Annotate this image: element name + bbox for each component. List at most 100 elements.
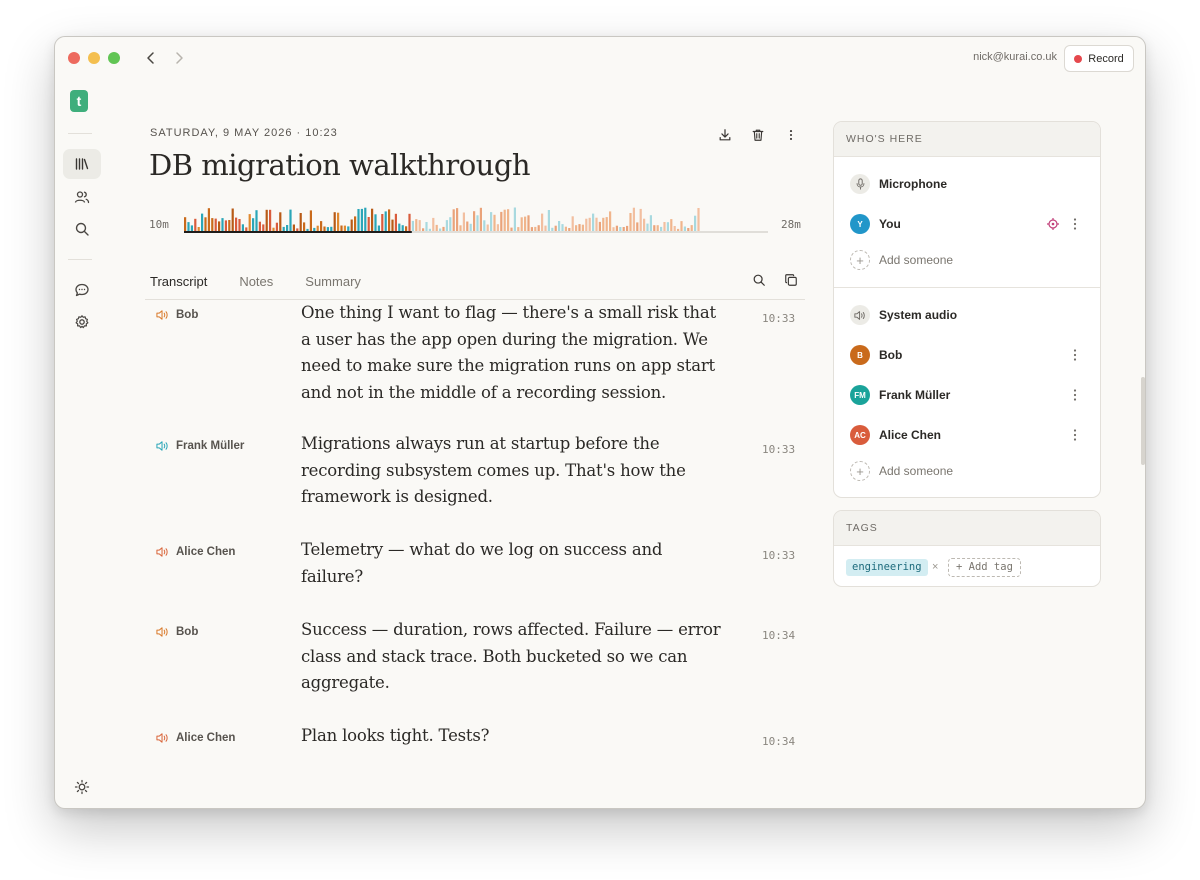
transcript-search-button[interactable] (749, 270, 769, 290)
waveform-bar (571, 216, 574, 231)
more-vertical-icon[interactable] (1068, 427, 1082, 443)
waveform-bar (187, 222, 190, 231)
waveform-bar (439, 228, 442, 231)
audio-waveform[interactable] (184, 203, 768, 235)
page-title[interactable]: DB migration walkthrough (149, 148, 531, 182)
waveform-bar (204, 217, 207, 231)
tab-transcript[interactable]: Transcript (150, 274, 207, 289)
waveform-bar (636, 222, 639, 231)
waveform-bar (680, 221, 683, 231)
waveform-bar (262, 224, 265, 231)
waveform-bar (401, 225, 404, 231)
waveform-bar (510, 227, 513, 231)
utterance-text: One thing I want to flag — there's a sma… (301, 303, 716, 402)
forward-button[interactable] (169, 48, 189, 68)
add-someone-label: Add someone (879, 253, 954, 267)
waveform-bar (337, 212, 340, 231)
waveform-bar (626, 225, 629, 231)
waveform-bar (683, 226, 686, 231)
sidebar-item-library[interactable] (63, 149, 101, 179)
account-email[interactable]: nick@kurai.co.uk (973, 51, 1057, 63)
waveform-bar (660, 226, 663, 231)
tag-chip[interactable]: engineering (846, 559, 928, 576)
remove-tag-icon[interactable]: × (932, 561, 938, 573)
more-vertical-icon[interactable] (1068, 387, 1082, 403)
waveform-bar (248, 214, 251, 231)
waveform-bar (612, 227, 615, 231)
copy-transcript-button[interactable] (781, 270, 801, 290)
utterance-timestamp[interactable]: 10:33 (762, 443, 795, 456)
sidebar-item-people[interactable] (63, 182, 101, 212)
delete-button[interactable] (748, 125, 768, 145)
participant-row[interactable]: Y You (850, 213, 1084, 235)
waveform-bar (197, 227, 200, 231)
target-icon[interactable] (1046, 217, 1060, 231)
waveform-bar (632, 207, 635, 231)
speaker-name: Bob (176, 626, 199, 638)
sidebar-item-search[interactable] (63, 214, 101, 244)
speaker-icon (850, 305, 870, 325)
waveform-bar (547, 210, 550, 231)
waveform-bar (364, 207, 367, 231)
waveform-bar (405, 226, 408, 231)
download-button[interactable] (715, 125, 735, 145)
utterance-timestamp[interactable]: 10:33 (762, 549, 795, 562)
utterance-timestamp[interactable]: 10:34 (762, 629, 795, 642)
download-icon (719, 129, 731, 141)
chat-icon (75, 283, 89, 297)
more-vertical-icon[interactable] (1068, 216, 1082, 232)
plus-icon: + (850, 461, 870, 481)
waveform-bar (490, 212, 493, 231)
waveform-bar (605, 217, 608, 231)
waveform-bar (544, 225, 547, 231)
speaker-label: Alice Chen (156, 546, 235, 558)
waveform-bar (462, 212, 465, 231)
people-icon (74, 191, 90, 204)
avatar: FM (850, 385, 870, 405)
participant-row[interactable]: FM Frank Müller (850, 384, 1084, 406)
utterance-text: Success — duration, rows affected. Failu… (301, 620, 721, 692)
more-vertical-icon[interactable] (1068, 347, 1082, 363)
waveform-bar (687, 228, 690, 231)
add-someone-mic[interactable]: + Add someone (850, 249, 1084, 271)
waveform-bar (313, 227, 316, 231)
waveform-bar (354, 216, 357, 231)
add-someone-system[interactable]: + Add someone (850, 460, 1084, 482)
tab-notes[interactable]: Notes (239, 274, 273, 289)
waveform-bar (374, 214, 377, 231)
meeting-actions (715, 125, 801, 145)
waveform-bar (561, 224, 564, 231)
record-button[interactable]: Record (1064, 45, 1134, 72)
waveform-bar (411, 220, 414, 231)
close-window-button[interactable] (68, 52, 80, 64)
waveform-bar (534, 226, 537, 231)
waveform-bar (231, 208, 234, 231)
speaker-volume-icon (156, 733, 168, 743)
waveform-bar (384, 211, 387, 231)
waveform-bar (418, 220, 421, 231)
waveform-bar (286, 225, 289, 231)
more-options-button[interactable] (781, 125, 801, 145)
minimize-window-button[interactable] (88, 52, 100, 64)
utterance-timestamp[interactable]: 10:33 (762, 312, 795, 325)
app-logo[interactable]: t (70, 90, 88, 112)
speaker-volume-icon (156, 547, 168, 557)
waveform-bar (432, 217, 435, 231)
transcript-tools (749, 270, 801, 290)
waveform-bar (235, 217, 238, 231)
waveform-bar (469, 223, 472, 231)
utterance-timestamp[interactable]: 10:34 (762, 735, 795, 748)
participant-row[interactable]: B Bob (850, 344, 1084, 366)
scrollbar-thumb[interactable] (1141, 377, 1145, 465)
waveform-bar (391, 219, 394, 231)
back-button[interactable] (141, 48, 161, 68)
waveform-bar (309, 210, 312, 231)
waveform-bar (296, 228, 299, 231)
library-icon (75, 158, 89, 170)
zoom-window-button[interactable] (108, 52, 120, 64)
tab-summary[interactable]: Summary (305, 274, 361, 289)
waveform-bar (663, 222, 666, 231)
waveform-bar (388, 209, 391, 231)
add-tag-button[interactable]: + Add tag (948, 558, 1021, 577)
participant-row[interactable]: AC Alice Chen (850, 424, 1084, 446)
